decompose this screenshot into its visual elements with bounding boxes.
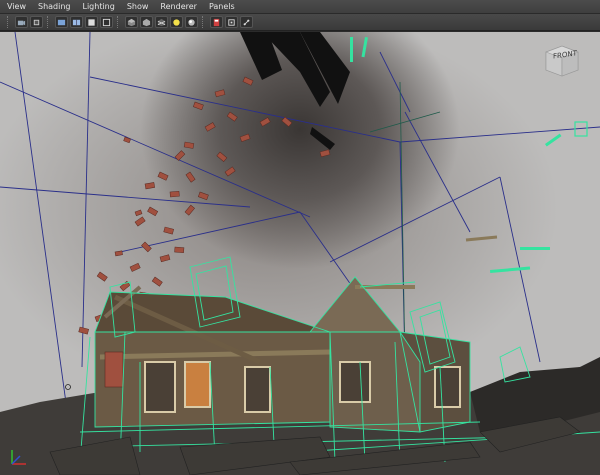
shadows-icon[interactable] xyxy=(185,16,198,28)
menu-shading[interactable]: Shading xyxy=(31,0,71,13)
panel-menu-bar: View Shading Lighting Show Renderer Pane… xyxy=(0,0,600,14)
3d-viewport[interactable]: FRONT xyxy=(0,32,600,475)
xray-joints-icon[interactable] xyxy=(240,16,253,28)
toolbar-separator xyxy=(202,16,206,28)
axis-gizmo xyxy=(11,450,26,465)
grid-icon[interactable] xyxy=(70,16,83,28)
fit-icon[interactable] xyxy=(100,16,113,28)
panel-toolbar xyxy=(0,14,600,31)
debris-shards xyxy=(240,32,350,150)
house-structure xyxy=(95,277,470,432)
bookmark-icon[interactable] xyxy=(30,16,43,28)
xray-icon[interactable] xyxy=(225,16,238,28)
maya-viewport-window: View Shading Lighting Show Renderer Pane… xyxy=(0,0,600,475)
lights-icon[interactable] xyxy=(170,16,183,28)
menu-lighting[interactable]: Lighting xyxy=(75,0,114,13)
flying-plank xyxy=(465,235,498,242)
wireframe-icon[interactable] xyxy=(125,16,138,28)
camera-icon[interactable] xyxy=(15,16,28,28)
scene-render xyxy=(0,32,600,475)
textured-icon[interactable] xyxy=(155,16,168,28)
menu-view[interactable]: View xyxy=(0,0,26,13)
view-cube-icon xyxy=(545,45,579,77)
isolate-icon[interactable] xyxy=(210,16,223,28)
smooth-shade-icon[interactable] xyxy=(140,16,153,28)
pivot-marker xyxy=(65,384,71,390)
toolbar-separator xyxy=(47,16,51,28)
menu-panels[interactable]: Panels xyxy=(202,0,235,13)
menu-show[interactable]: Show xyxy=(120,0,149,13)
view-cube[interactable]: FRONT xyxy=(540,40,584,84)
toolbar-separator xyxy=(7,16,11,28)
menu-renderer[interactable]: Renderer xyxy=(153,0,197,13)
grid-icon[interactable] xyxy=(55,16,68,28)
toolbar-separator xyxy=(117,16,121,28)
image-plane-icon[interactable] xyxy=(85,16,98,28)
